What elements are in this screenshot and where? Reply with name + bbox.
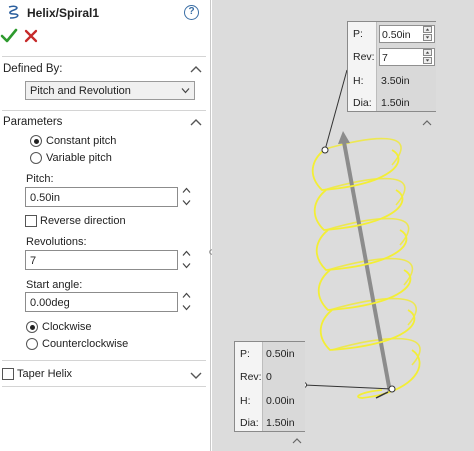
radio-button[interactable] [26,321,38,333]
chevron-up-icon[interactable] [190,64,202,74]
leader-anchor [388,385,396,393]
option-label: Counterclockwise [42,338,129,350]
chevron-up-icon[interactable] [190,117,202,127]
pitch-stepper[interactable] [180,186,192,208]
bottom-callout-leader [303,384,393,390]
graphics-viewport[interactable]: P: 0.50in Rev: 7 H: 3.50in Dia: 1.50in P… [212,0,474,451]
pitch-input[interactable]: 0.50in [25,187,178,207]
chevron-up-icon[interactable] [422,120,432,126]
callout-row-diameter: Dia: 1.50in [348,92,435,114]
leader-anchor [321,146,329,154]
callout-key: H: [353,75,364,87]
option-label: Variable pitch [46,152,112,164]
section-label: Parameters [3,116,63,128]
taper-helix-section-header[interactable]: Taper Helix [0,366,208,382]
parameters-section-header[interactable]: Parameters [0,114,208,132]
callout-value: 1.50in [266,417,295,429]
chevron-down-icon[interactable] [182,199,191,206]
property-manager-header: Helix/Spiral1 ? [0,0,211,26]
start-angle-input[interactable]: 0.00deg [25,292,178,312]
x-icon[interactable] [24,29,38,43]
chevron-up-icon[interactable] [182,292,191,299]
divider [2,56,206,57]
section-label: Defined By: [3,63,63,75]
callout-value: 0.50in [382,29,411,41]
check-icon[interactable] [0,27,18,45]
revolutions-input[interactable]: 7 [25,250,178,270]
callout-key: Rev: [353,51,375,63]
callout-row-pitch: P: 0.50in [348,23,435,45]
callout-row-height: H: 0.00in [235,390,304,412]
revolutions-label: Revolutions: [26,236,87,248]
chevron-up-icon[interactable] [423,26,432,33]
callout-value: 0 [266,371,272,383]
taper-helix-checkbox[interactable] [2,368,14,380]
input-value: 0.00deg [30,297,70,309]
helix-feature-icon [8,5,19,19]
callout-value: 0.50in [266,348,295,360]
callout-key: H: [240,395,251,407]
callout-value: 0.00in [266,395,295,407]
pitch-label: Pitch: [26,173,54,185]
input-value: 7 [30,255,37,267]
radio-button[interactable] [30,135,42,147]
callout-value: 7 [382,52,388,64]
chevron-up-icon[interactable] [423,49,432,56]
chevron-up-icon[interactable] [292,438,302,444]
option-label: Constant pitch [46,135,117,147]
property-manager: Helix/Spiral1 ? Defined By: Pitch and Re… [0,0,211,451]
callout-revolutions-stepper[interactable] [422,49,433,65]
help-icon[interactable]: ? [184,5,199,20]
chevron-down-icon [181,88,190,94]
reverse-direction-checkbox[interactable] [25,215,37,227]
chevron-down-icon[interactable] [182,304,191,311]
callout-key: P: [353,28,363,40]
chevron-up-icon[interactable] [182,187,191,194]
callout-row-diameter: Dia: 1.50in [235,412,304,434]
chevron-up-icon[interactable] [182,250,191,257]
start-angle-stepper[interactable] [180,291,192,313]
defined-by-section-header[interactable]: Defined By: [0,61,208,79]
divider [2,360,206,361]
helix-bottom-callout[interactable]: P: 0.50in Rev: 0 H: 0.00in Dia: 1.50in [234,341,305,432]
defined-by-select[interactable]: Pitch and Revolution [25,81,195,100]
callout-row-height: H: 3.50in [348,70,435,92]
checkbox-label: Taper Helix [17,368,73,380]
axis-arrow [338,131,350,144]
callout-pitch-stepper[interactable] [422,26,433,42]
callout-value: 1.50in [381,97,410,109]
callout-key: P: [240,348,250,360]
callout-row-pitch: P: 0.50in [235,343,304,365]
radio-button[interactable] [26,338,38,350]
option-label: Clockwise [42,321,92,333]
callout-key: Dia: [240,417,259,429]
callout-row-revolutions: Rev: 0 [235,366,304,388]
chevron-down-icon[interactable] [423,57,432,64]
callout-key: Rev: [240,371,262,383]
callout-value: 3.50in [381,75,410,87]
chevron-down-icon[interactable] [182,262,191,269]
callout-key: Dia: [353,97,372,109]
chevron-down-icon[interactable] [190,370,202,380]
start-angle-label: Start angle: [26,279,83,291]
input-value: 0.50in [30,192,60,204]
callout-row-revolutions: Rev: 7 [348,46,435,68]
helix-top-callout[interactable]: P: 0.50in Rev: 7 H: 3.50in Dia: 1.50in [347,21,436,112]
checkbox-label: Reverse direction [40,215,126,227]
divider [2,110,206,111]
feature-title: Helix/Spiral1 [27,6,100,20]
revolutions-stepper[interactable] [180,249,192,271]
radio-button[interactable] [30,152,42,164]
divider [2,386,206,387]
chevron-down-icon[interactable] [423,34,432,41]
select-value: Pitch and Revolution [30,85,131,97]
